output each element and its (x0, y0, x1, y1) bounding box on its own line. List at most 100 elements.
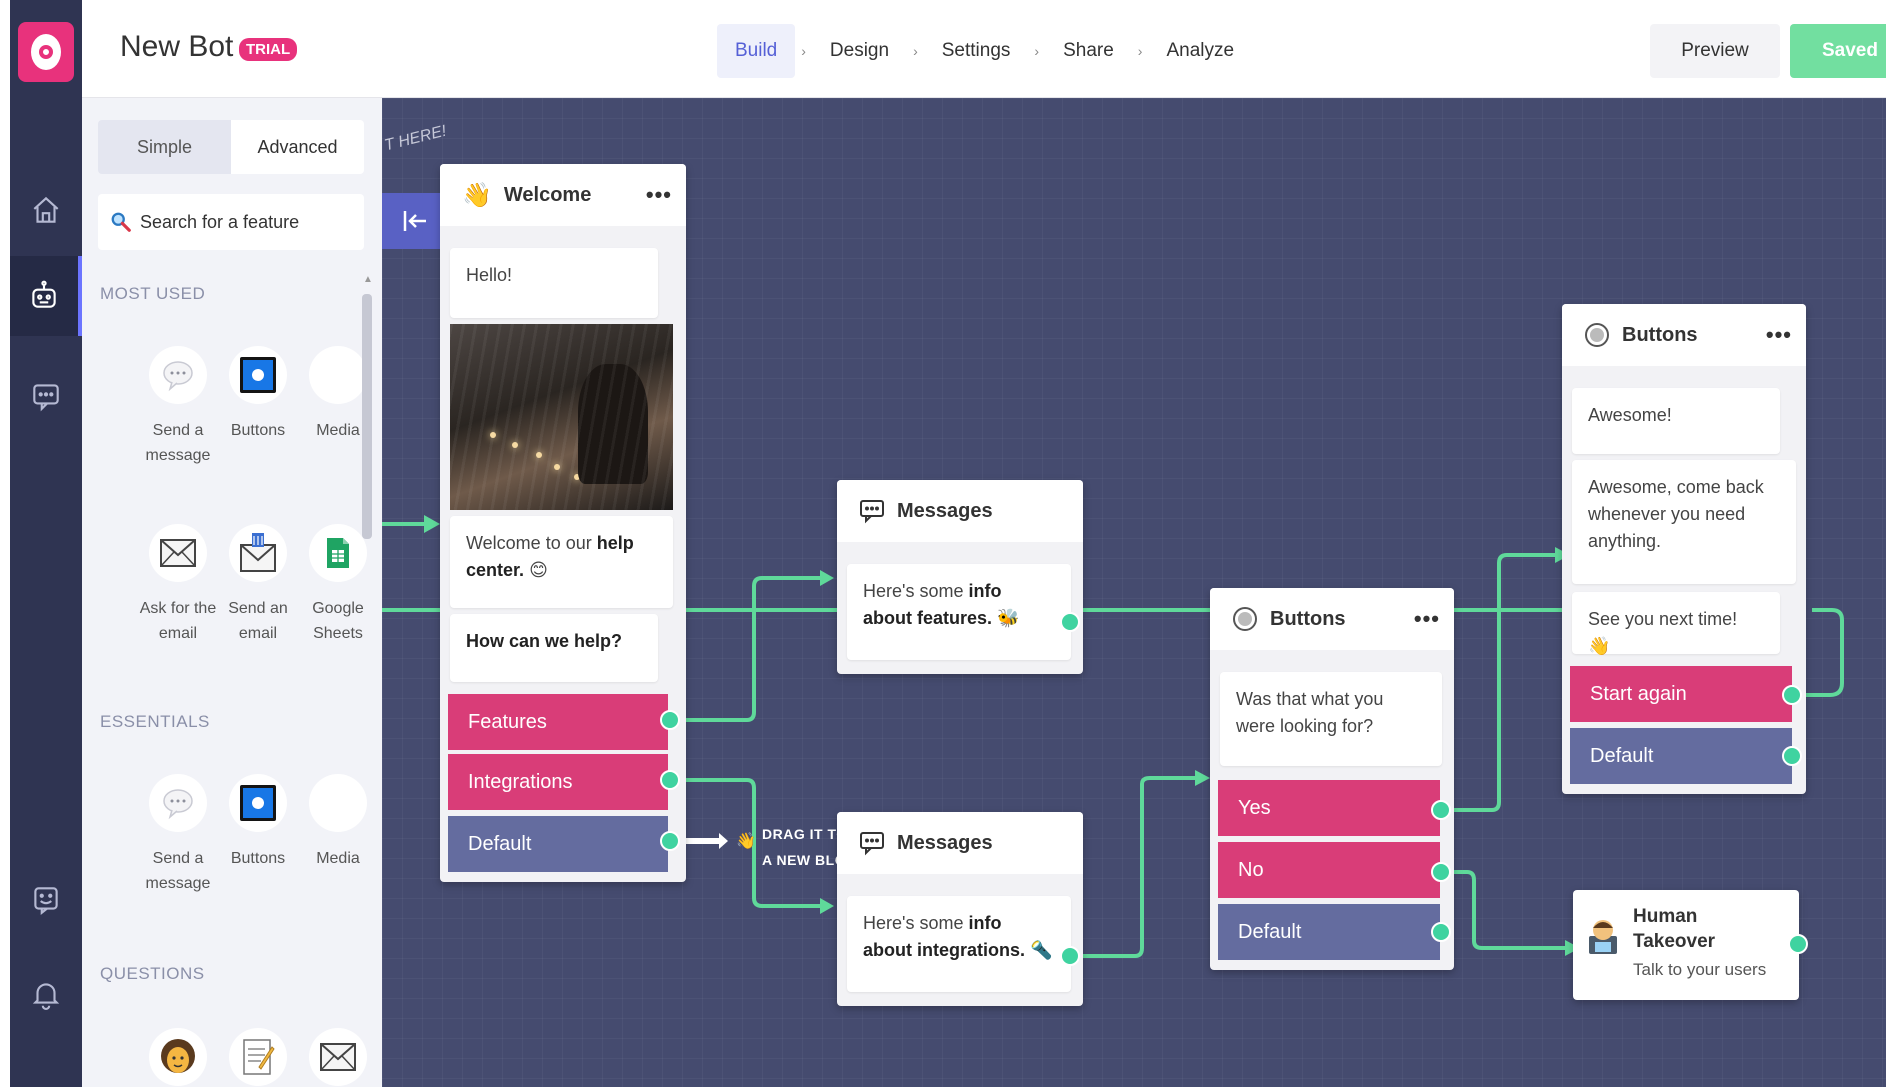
nav-bots[interactable] (10, 256, 82, 336)
message-bubble[interactable]: Awesome! (1572, 388, 1780, 454)
block-welcome[interactable]: 👋 Welcome ••• Hello! Welcome to our help… (440, 164, 686, 882)
tab-build[interactable]: Build (717, 24, 796, 78)
option-no[interactable]: No (1218, 842, 1440, 898)
option-default[interactable]: Default (448, 816, 668, 872)
panel-scrollbar[interactable] (362, 294, 372, 539)
more-options-icon[interactable]: ••• (1766, 322, 1792, 348)
block-buttons-end[interactable]: Buttons ••• Awesome! Awesome, come back … (1562, 304, 1806, 794)
feature-label: Send an email (228, 600, 288, 642)
nav-chat[interactable] (10, 356, 82, 436)
buttons-icon (240, 785, 276, 821)
feature-buttons[interactable]: Buttons (218, 774, 298, 871)
person-icon (161, 1039, 195, 1073)
wave-icon: 👋 (462, 181, 492, 209)
option-integrations[interactable]: Integrations (448, 754, 668, 810)
message-bubble[interactable]: See you next time! 👋 (1572, 592, 1780, 656)
left-rail (10, 0, 82, 1087)
home-icon (33, 196, 59, 223)
message-bubble-rich[interactable]: Here's some info about integrations. 🔦 (847, 896, 1071, 992)
app-logo[interactable] (18, 22, 74, 82)
output-port[interactable] (1788, 934, 1808, 954)
output-port[interactable] (1060, 946, 1080, 966)
block-human-takeover[interactable]: Human Takeover Talk to your users (1573, 890, 1799, 1000)
feature-send-email[interactable]: Send an email (218, 524, 298, 646)
welcome-image[interactable] (450, 324, 673, 510)
feature-send-message[interactable]: Send a message (138, 774, 218, 896)
buttons-icon (240, 357, 276, 393)
option-start-again[interactable]: Start again (1570, 666, 1792, 722)
mode-simple[interactable]: Simple (98, 120, 231, 174)
rich-text-prefix: Welcome to our (466, 533, 597, 553)
nav-home[interactable] (10, 170, 82, 250)
feature-google-sheets[interactable]: Google Sheets (298, 524, 378, 646)
chevron-right-icon: › (913, 43, 918, 59)
human-subtitle: Talk to your users (1633, 960, 1767, 979)
feature-label: Ask for the email (139, 600, 217, 642)
section-most-used: MOST USED (100, 284, 206, 303)
option-default[interactable]: Default (1570, 728, 1792, 784)
output-port[interactable] (1060, 612, 1080, 632)
feature-search[interactable] (98, 194, 364, 250)
output-port[interactable] (1431, 922, 1451, 942)
nav-notifications[interactable] (10, 954, 82, 1034)
message-bubble-rich[interactable]: Welcome to our help center. 😊 (450, 516, 673, 608)
option-yes[interactable]: Yes (1218, 780, 1440, 836)
block-title: Buttons (1270, 607, 1346, 630)
feature-question-name[interactable] (138, 1028, 218, 1086)
output-port[interactable] (1782, 685, 1802, 705)
sheets-icon (327, 538, 349, 568)
feature-question-email[interactable] (298, 1028, 378, 1086)
tab-settings[interactable]: Settings (924, 24, 1029, 78)
tab-design[interactable]: Design (812, 24, 907, 78)
trial-badge: TRIAL (239, 38, 298, 61)
tab-analyze[interactable]: Analyze (1148, 24, 1252, 78)
more-options-icon[interactable]: ••• (1414, 606, 1440, 632)
option-default[interactable]: Default (1218, 904, 1440, 960)
output-port[interactable] (660, 710, 680, 730)
feature-ask-email[interactable]: Ask for the email (138, 524, 218, 646)
logo-mark (31, 34, 61, 70)
search-icon (111, 212, 131, 232)
block-messages-integrations[interactable]: Messages Here's some info about integrat… (837, 812, 1083, 1006)
message-bubble[interactable]: Hello! (450, 248, 658, 318)
saved-button[interactable]: Saved (1790, 24, 1886, 78)
block-messages-features[interactable]: Messages Here's some info about features… (837, 480, 1083, 674)
feature-label: Buttons (230, 850, 286, 867)
output-port[interactable] (1431, 800, 1451, 820)
feature-label: Send a message (145, 850, 211, 892)
output-port[interactable] (1431, 862, 1451, 882)
message-bubble[interactable]: Awesome, come back whenever you need any… (1572, 460, 1796, 584)
question-bubble[interactable]: Was that what you were looking for? (1220, 672, 1442, 766)
bot-name[interactable]: New Bot (120, 30, 233, 64)
chevron-right-icon: › (1034, 43, 1040, 59)
feature-panel: Simple Advanced MOST USED Send a message… (82, 98, 382, 1087)
feedback-icon (34, 887, 58, 915)
drag-hint: 👋 DRAG IT TO A NEW BLO (736, 821, 848, 873)
message-bubble[interactable]: How can we help? (450, 614, 658, 682)
feature-buttons[interactable]: Buttons (218, 346, 298, 443)
scroll-up-icon[interactable]: ▲ (363, 274, 373, 285)
collapse-panel-button[interactable] (382, 193, 448, 249)
option-features[interactable]: Features (448, 694, 668, 750)
feature-question-text[interactable] (218, 1028, 298, 1086)
more-options-icon[interactable]: ••• (646, 182, 672, 208)
support-agent-icon (1589, 920, 1617, 954)
search-input[interactable] (140, 211, 340, 233)
human-title-line2: Takeover (1633, 931, 1716, 952)
message-bubble-rich[interactable]: Here's some info about features. 🐝 (847, 564, 1071, 660)
mode-switch: Simple Advanced (98, 120, 364, 174)
mode-advanced[interactable]: Advanced (231, 120, 364, 174)
feature-label: Send a message (145, 422, 211, 464)
preview-button[interactable]: Preview (1650, 24, 1780, 78)
output-port[interactable] (1782, 746, 1802, 766)
collapse-left-icon (403, 211, 426, 231)
flow-canvas[interactable]: T HERE! 👋 DRAG IT TO A NEW BLO 👋 Welcome… (382, 98, 1886, 1087)
memo-icon (243, 1039, 275, 1075)
block-buttons-question[interactable]: Buttons ••• Was that what you were looki… (1210, 588, 1454, 970)
feature-media[interactable]: Media (298, 774, 378, 871)
nav-feedback[interactable] (10, 860, 82, 940)
output-port[interactable] (660, 770, 680, 790)
feature-send-message[interactable]: Send a message (138, 346, 218, 468)
output-port[interactable] (660, 831, 680, 851)
tab-share[interactable]: Share (1045, 24, 1132, 78)
